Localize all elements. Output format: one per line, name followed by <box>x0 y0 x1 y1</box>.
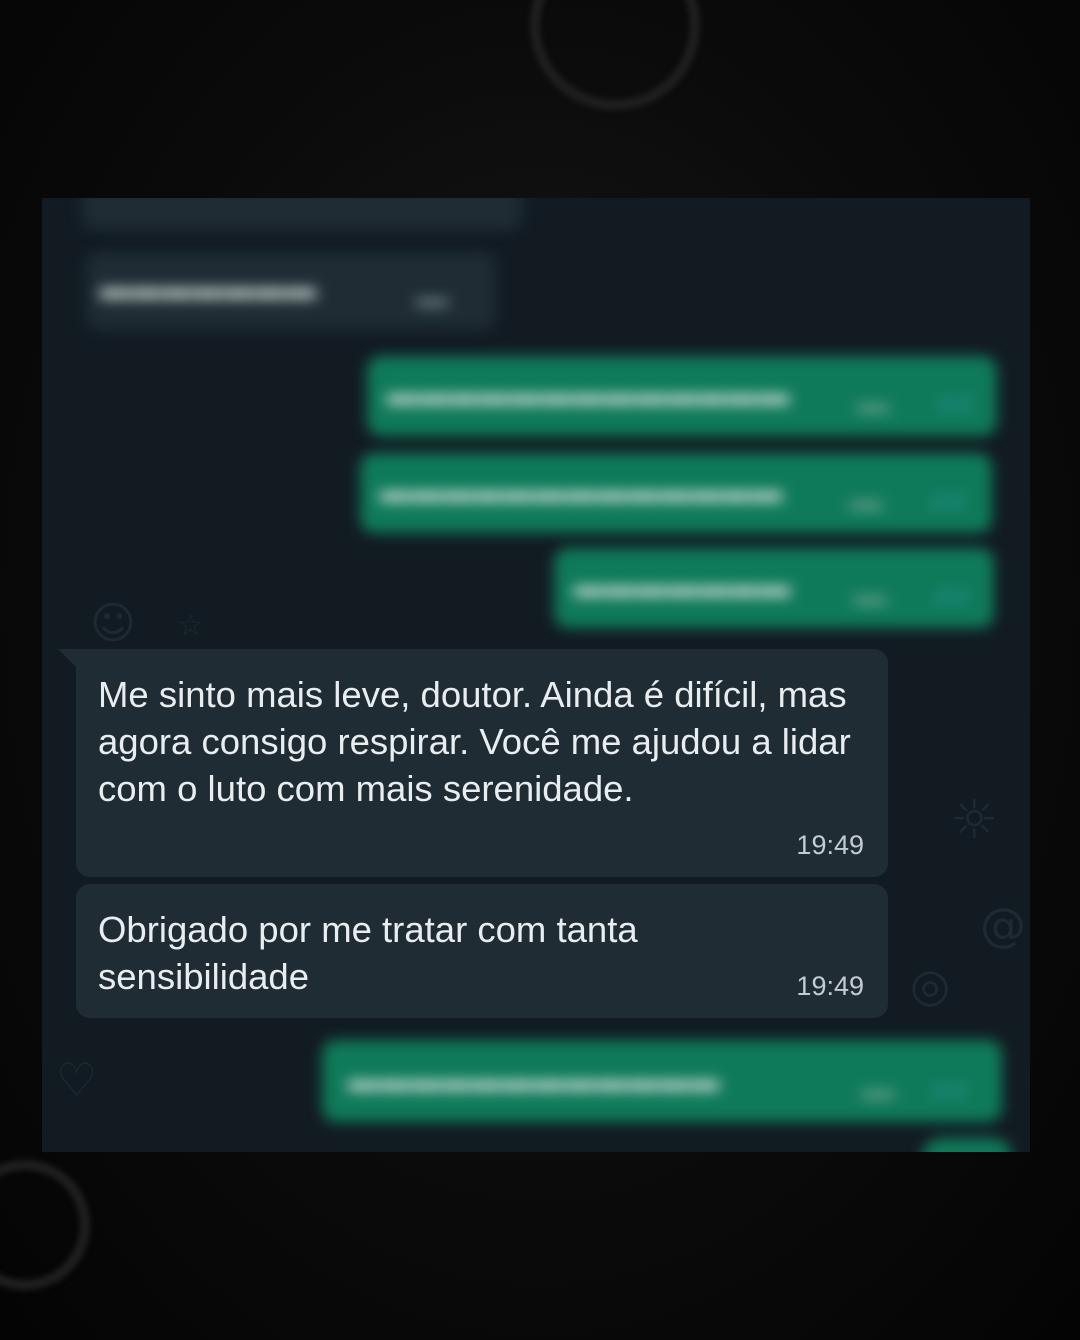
star-doodle-icon: ☆ <box>177 608 204 643</box>
incoming-message-bubble[interactable]: Me sinto mais leve, doutor. Ainda é difí… <box>58 649 888 877</box>
sun-doodle-icon: ☼ <box>950 788 999 851</box>
blurred-incoming-message <box>82 198 522 230</box>
blurred-outgoing-message <box>922 1138 1012 1152</box>
chat-screenshot: ☺ ☆ ☼ @ ♡ ◎ ▬▬▬▬▬▬▬ ▬▬ ▬▬▬▬▬▬▬▬▬▬▬▬▬ ▬▬ … <box>42 198 1030 1152</box>
smiley-doodle-icon: ☺ <box>90 598 136 649</box>
message-timestamp: 19:49 <box>796 971 864 1001</box>
blurred-incoming-message: ▬▬▬▬▬▬▬ ▬▬ <box>86 252 496 330</box>
blurred-outgoing-message: ▬▬▬▬▬▬▬▬▬▬▬▬▬ ▬▬ ✓✓ <box>367 356 997 436</box>
blurred-outgoing-message: ▬▬▬▬▬▬▬▬▬▬▬▬▬ ▬▬ ✓✓ <box>360 453 992 533</box>
blurred-outgoing-message: ▬▬▬▬▬▬▬ ▬▬ ✓✓ <box>554 548 994 628</box>
spiral-doodle-icon: @ <box>980 898 1026 952</box>
incoming-message-bubble[interactable]: Obrigado por me tratar com tanta sensibi… <box>76 884 888 1018</box>
ball-doodle-icon: ◎ <box>910 958 951 1012</box>
bubble-tail <box>58 649 76 667</box>
message-timestamp: 19:49 <box>796 830 864 860</box>
heart-doodle-icon: ♡ <box>56 1053 98 1107</box>
message-text: Obrigado por me tratar com tanta sensibi… <box>98 909 638 997</box>
blurred-outgoing-message: ▬▬▬▬▬▬▬▬▬▬▬▬ ▬▬ ✓✓ <box>322 1040 1002 1122</box>
message-text: Me sinto mais leve, doutor. Ainda é difí… <box>98 674 851 809</box>
